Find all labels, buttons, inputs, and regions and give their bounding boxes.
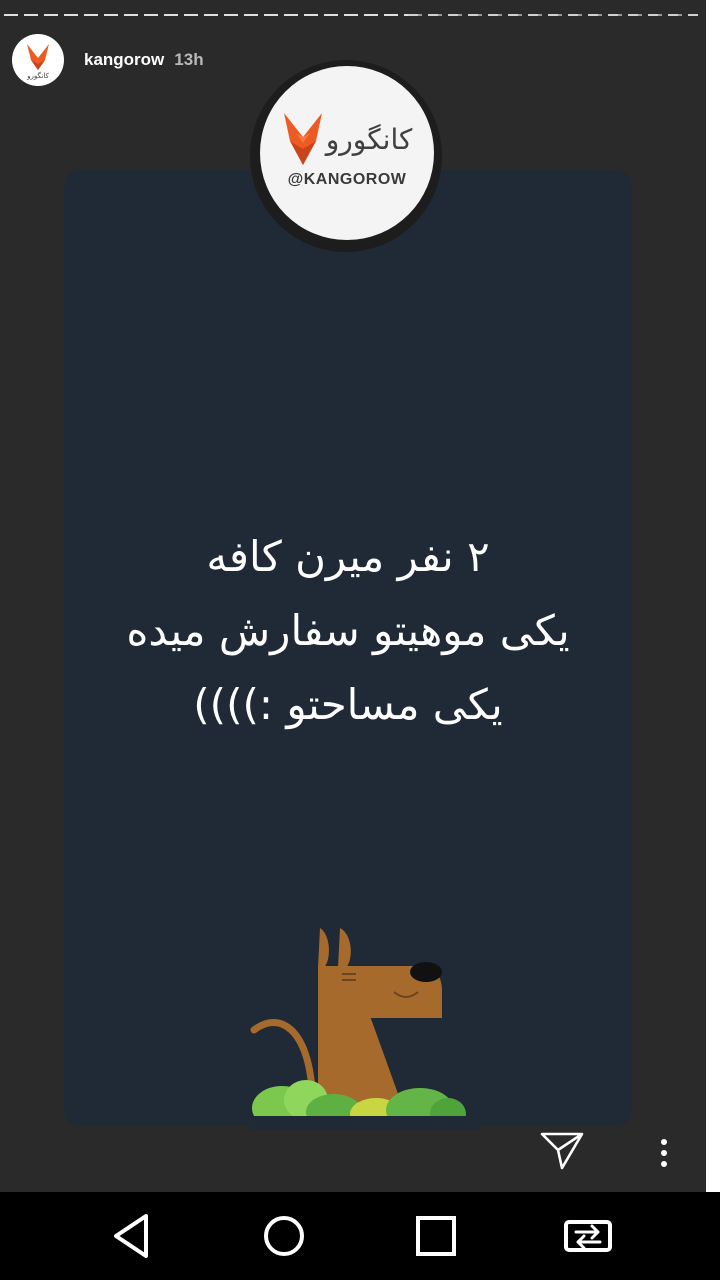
message-line: یکی مساحتو :)))) xyxy=(193,680,503,729)
recents-square-icon[interactable] xyxy=(406,1208,466,1264)
kangorow-logo-icon: کانگورو xyxy=(26,44,49,80)
story-screen: کانگورو kangorow 13h کانگورو @KANGOROW ۲… xyxy=(0,0,720,1280)
screen-edge xyxy=(706,0,720,1192)
story-header: کانگورو kangorow 13h xyxy=(12,34,204,86)
dog-illustration xyxy=(250,928,480,1130)
send-icon[interactable] xyxy=(538,1128,586,1172)
svg-text:کانگورو: کانگورو xyxy=(26,71,49,80)
back-triangle-icon[interactable] xyxy=(102,1208,162,1264)
brand-badge: کانگورو @KANGOROW xyxy=(250,60,442,252)
switch-apps-icon[interactable] xyxy=(558,1208,618,1264)
brand-handle: @KANGOROW xyxy=(287,171,407,188)
story-progress-bar xyxy=(4,14,698,16)
system-navigation-bar xyxy=(0,1192,720,1280)
message-line: ۲ نفر میرن کافه xyxy=(206,532,490,581)
story-username[interactable]: kangorow xyxy=(84,50,164,70)
kangaroo-logo-icon xyxy=(283,113,322,165)
avatar[interactable]: کانگورو xyxy=(12,34,64,86)
more-vertical-icon[interactable] xyxy=(650,1136,678,1172)
story-message: ۲ نفر میرن کافه یکی موهیتو سفارش میده یک… xyxy=(64,520,632,742)
home-circle-icon[interactable] xyxy=(254,1208,314,1264)
brand-name: کانگورو xyxy=(325,122,413,156)
story-time: 13h xyxy=(174,50,204,69)
message-line: یکی موهیتو سفارش میده xyxy=(126,606,570,655)
